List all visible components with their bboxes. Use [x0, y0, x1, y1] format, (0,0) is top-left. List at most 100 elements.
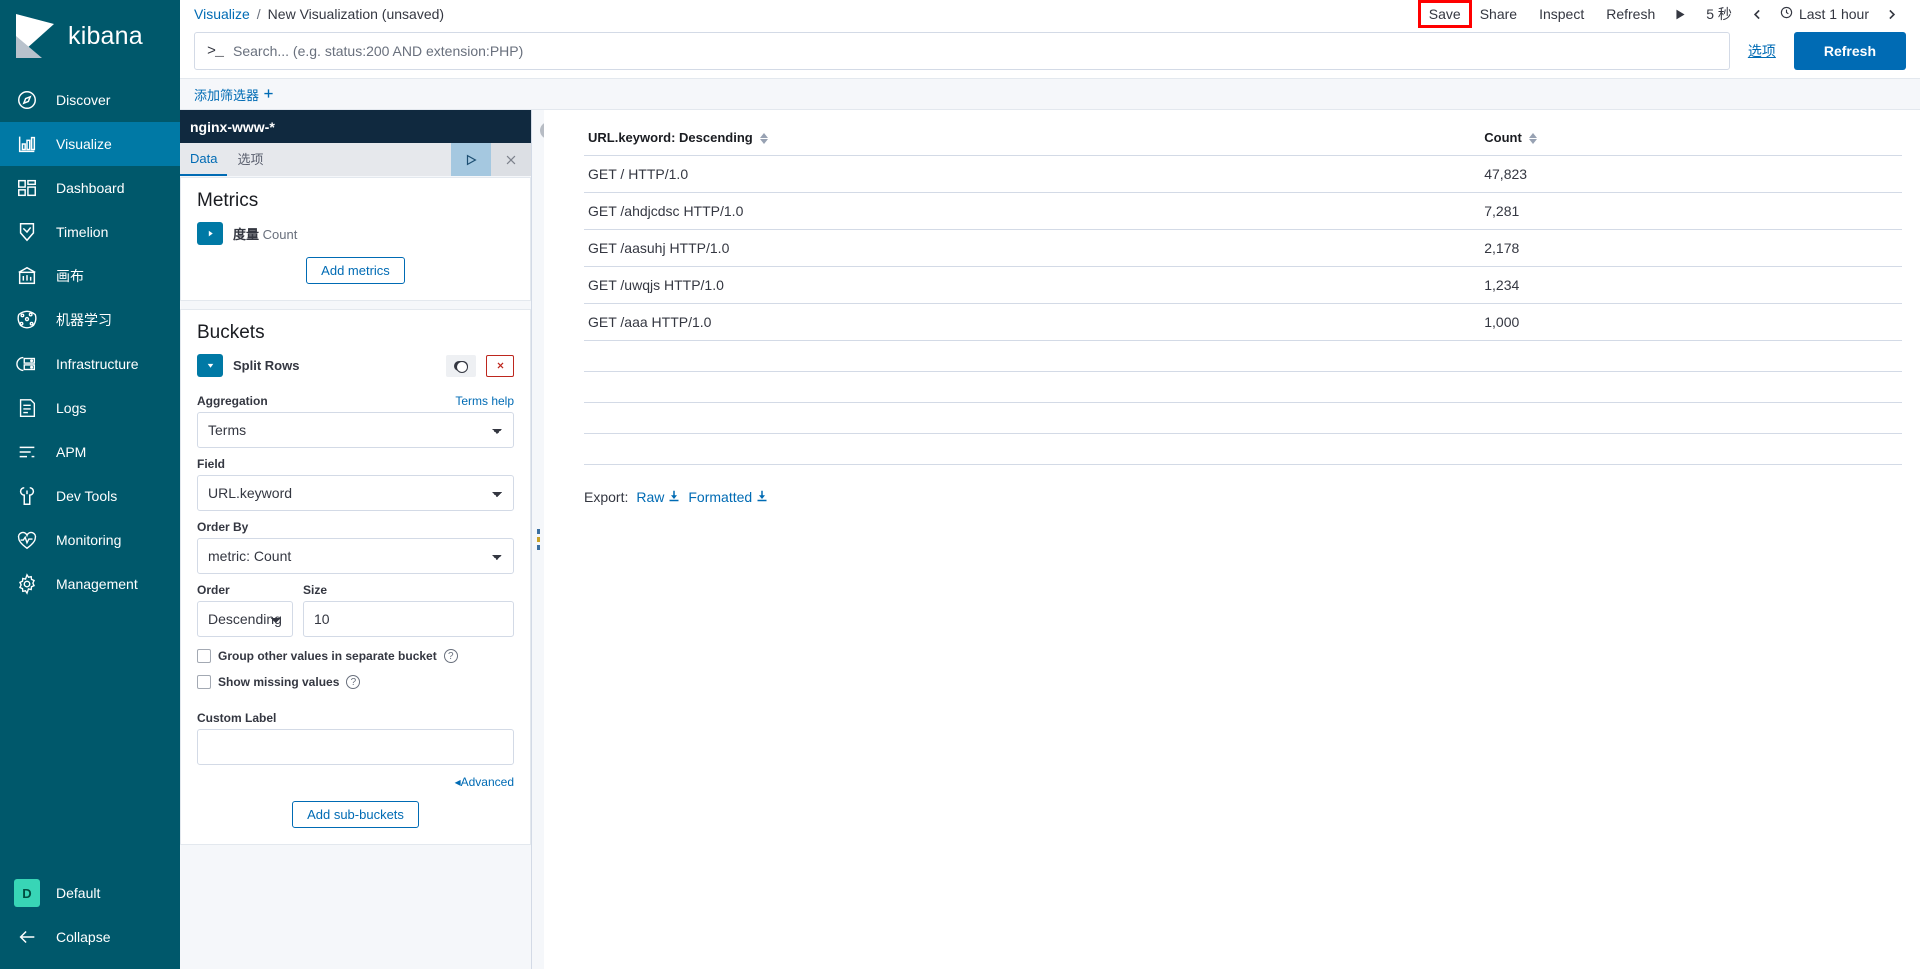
help-circle-icon[interactable]: ?: [443, 649, 458, 663]
arrow-left-icon: [14, 924, 40, 950]
play-icon[interactable]: [1666, 5, 1695, 24]
cell-count: 1,000: [1480, 303, 1902, 341]
export-raw-label: Raw: [636, 489, 665, 505]
sidebar-item-dev-tools[interactable]: Dev Tools: [0, 474, 180, 518]
sidebar-collapse-button[interactable]: Collapse: [0, 915, 180, 959]
kibana-wordmark: kibana: [68, 21, 143, 50]
field-select[interactable]: URL.keyword: [197, 475, 514, 511]
query-prompt-icon: >_: [207, 42, 224, 60]
sidebar-item-dashboard[interactable]: Dashboard: [0, 166, 180, 210]
tab-options[interactable]: 选项: [227, 143, 273, 176]
cell-key: GET / HTTP/1.0: [584, 155, 1481, 193]
refresh-menu-button[interactable]: Refresh: [1595, 3, 1666, 25]
tab-data[interactable]: Data: [180, 143, 228, 176]
caret-right-icon[interactable]: [197, 222, 223, 245]
query-options-link[interactable]: 选项: [1740, 41, 1784, 61]
tabs-spacer: [273, 143, 451, 176]
add-filter-button[interactable]: 添加筛选器: [194, 85, 274, 104]
remove-bucket-button[interactable]: [486, 354, 514, 377]
terms-help-link[interactable]: Terms help: [455, 394, 514, 408]
share-button[interactable]: Share: [1469, 3, 1528, 25]
sidebar-item-apm[interactable]: APM: [0, 430, 180, 474]
time-range-picker[interactable]: Last 1 hour: [1772, 3, 1877, 25]
top-nav-menu: Save Share Inspect Refresh 5 秒 Last 1 ho…: [1417, 0, 1906, 28]
refresh-interval-label[interactable]: 5 秒: [1695, 1, 1743, 27]
order-select[interactable]: Descending: [197, 601, 293, 637]
advanced-toggle[interactable]: ◂Advanced: [197, 775, 514, 789]
editor-resize-handle[interactable]: [532, 110, 557, 969]
sidebar-item-space-default[interactable]: D Default: [0, 871, 180, 915]
help-circle-icon[interactable]: ?: [346, 675, 361, 689]
breadcrumb-visualize-link[interactable]: Visualize: [194, 6, 250, 22]
sidebar-item-logs[interactable]: Logs: [0, 386, 180, 430]
table-row: GET /ahdjcdsc HTTP/1.0 7,281: [584, 192, 1902, 230]
visualization-area: URL.keyword: Descending Count GET / HTTP…: [544, 110, 1920, 969]
order-by-select[interactable]: metric: Count: [197, 538, 514, 574]
cell-key: GET /aasuhj HTTP/1.0: [584, 229, 1481, 267]
cell-count: 2,178: [1480, 229, 1902, 267]
bucket-enable-toggle[interactable]: [446, 354, 476, 377]
infra-icon: [14, 351, 40, 377]
search-input[interactable]: [233, 43, 1717, 59]
add-metrics-button[interactable]: Add metrics: [306, 257, 405, 284]
inspect-button[interactable]: Inspect: [1528, 3, 1595, 25]
sidebar-item-monitoring[interactable]: Monitoring: [0, 518, 180, 562]
size-input[interactable]: [303, 601, 514, 637]
cell-key: GET /uwqjs HTTP/1.0: [584, 266, 1481, 304]
aggregation-select[interactable]: Terms: [197, 412, 514, 448]
group-other-checkbox[interactable]: [197, 649, 211, 663]
add-sub-buckets-button[interactable]: Add sub-buckets: [292, 801, 419, 828]
refresh-button[interactable]: Refresh: [1793, 32, 1906, 70]
editor-body: Metrics 度量 Count Add metrics Buckets Spl…: [180, 176, 531, 969]
time-range-label: Last 1 hour: [1798, 6, 1869, 22]
main-region: Visualize / New Visualization (unsaved) …: [180, 0, 1920, 969]
size-group: Size: [303, 574, 514, 637]
sidebar-item-discover[interactable]: Discover: [0, 78, 180, 122]
cell-empty: [1480, 371, 1902, 403]
cell-empty: [1480, 402, 1902, 434]
save-button[interactable]: Save: [1417, 0, 1472, 28]
show-missing-checkbox[interactable]: [197, 675, 211, 689]
plus-icon: [263, 87, 274, 102]
custom-label-input[interactable]: [197, 729, 514, 765]
order-size-row: Order Descending Size: [197, 574, 514, 637]
caret-down-icon[interactable]: [197, 354, 223, 377]
search-box[interactable]: >_: [194, 32, 1730, 70]
sidebar-item-infrastructure[interactable]: Infrastructure: [0, 342, 180, 386]
sidebar-item-visualize[interactable]: Visualize: [0, 122, 180, 166]
sort-icon[interactable]: [1529, 133, 1538, 145]
apply-changes-button[interactable]: [451, 143, 491, 176]
top-bar: Visualize / New Visualization (unsaved) …: [180, 0, 1920, 28]
sort-icon[interactable]: [760, 133, 769, 145]
order-group: Order Descending: [197, 574, 293, 637]
collapse-label: Collapse: [56, 929, 111, 945]
export-formatted-link[interactable]: Formatted: [688, 489, 768, 505]
chevron-left-icon[interactable]: [1743, 5, 1772, 24]
export-row: Export: Raw Formatted: [584, 489, 1902, 505]
export-raw-link[interactable]: Raw: [636, 489, 680, 505]
column-header-url[interactable]: URL.keyword: Descending: [584, 120, 1481, 156]
sidebar-item-management[interactable]: Management: [0, 562, 180, 606]
chevron-right-icon[interactable]: [1877, 5, 1906, 24]
table-row: GET /aaa HTTP/1.0 1,000: [584, 303, 1902, 341]
group-other-label: Group other values in separate bucket: [218, 649, 437, 663]
sidebar-item-label: Logs: [56, 400, 87, 416]
sidebar-item-machine-learning[interactable]: 机器学习: [0, 298, 180, 342]
metric-agg-row[interactable]: 度量 Count: [197, 222, 514, 245]
download-icon: [668, 489, 680, 505]
discard-changes-button[interactable]: [491, 143, 531, 176]
table-row-empty: [584, 371, 1902, 403]
aggregation-label: Aggregation: [197, 394, 268, 408]
column-header-count[interactable]: Count: [1480, 120, 1902, 156]
sidebar-item-canvas[interactable]: 画布: [0, 254, 180, 298]
table-row: GET /uwqjs HTTP/1.0 1,234: [584, 266, 1902, 304]
editor-tabs: Data 选项: [180, 143, 531, 176]
breadcrumb-separator: /: [256, 6, 261, 22]
kibana-logo-home-link[interactable]: kibana: [0, 0, 180, 72]
apm-icon: [14, 439, 40, 465]
sidebar-item-timelion[interactable]: Timelion: [0, 210, 180, 254]
table-row-empty: [584, 433, 1902, 465]
cell-empty: [584, 433, 1481, 465]
heartbeat-icon: [14, 527, 40, 553]
global-nav-sidebar: kibana Discover Visualize Dashboard Time…: [0, 0, 180, 969]
